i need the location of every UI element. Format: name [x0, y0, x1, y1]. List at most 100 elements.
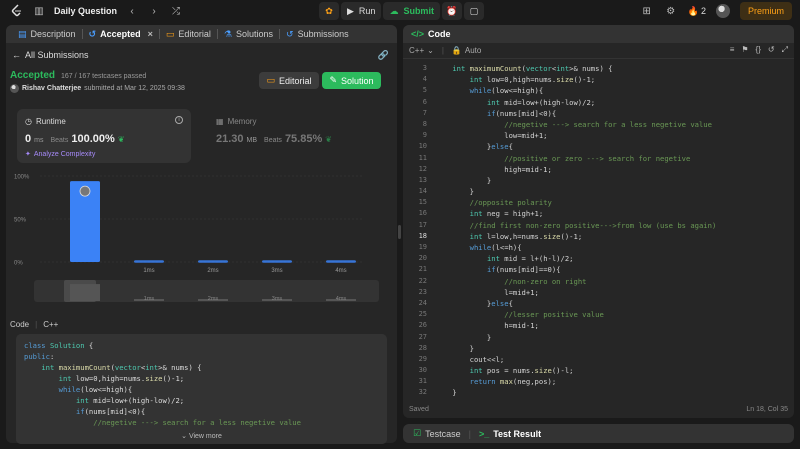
code-line[interactable]: //lesser positive value [435, 309, 716, 320]
book-icon: ▭ [266, 75, 275, 85]
code-panel-header: </> Code [403, 25, 794, 43]
memory-card[interactable]: ▦ Memory 21.30 MB Beats 75.85% ❦ [208, 109, 378, 163]
tab-accepted[interactable]: ↺ Accepted × [83, 25, 159, 43]
book-icon: ▭ [165, 28, 175, 39]
arrow-left-icon: ← [12, 50, 21, 60]
code-line[interactable]: } [435, 343, 716, 354]
author-name[interactable]: Rishav Chatterjee [22, 85, 81, 92]
code-line[interactable]: int l=low,h=nums.size()-1; [435, 231, 716, 242]
streak-counter[interactable]: 🔥 2 [688, 6, 706, 17]
code-line[interactable]: //opposite polarity [435, 197, 716, 208]
panel-resize-handle[interactable] [398, 225, 401, 239]
language-select[interactable]: C++ ⌄ [409, 46, 434, 55]
back-to-submissions[interactable]: ← All Submissions [12, 50, 89, 60]
line-number: 28 [418, 343, 427, 352]
run-button[interactable]: ▶ Run [341, 2, 382, 20]
code-line[interactable]: low=mid+1; [435, 130, 716, 141]
line-number: 27 [418, 332, 427, 341]
code-line[interactable]: int neg = high+1; [435, 208, 716, 219]
line-number: 14 [418, 187, 427, 196]
code-line[interactable]: } [435, 186, 716, 197]
debug-button[interactable]: ✿ [319, 2, 339, 20]
share-link-icon[interactable]: 🔗 [378, 50, 389, 61]
settings-gear-icon[interactable]: ⚙ [664, 4, 678, 18]
shuffle-icon[interactable]: ⤮ [169, 4, 183, 18]
code-line[interactable]: }else{ [435, 141, 716, 152]
code-line[interactable]: int mid = l+(h-l)/2; [435, 253, 716, 264]
view-more-button[interactable]: ⌄ View more [16, 428, 387, 444]
chart-overview-label: 3ms [272, 296, 283, 302]
code-line[interactable]: while(low<=high){ [435, 85, 716, 96]
document-icon: ▤ [18, 28, 27, 39]
solution-button[interactable]: ✎ Solution [322, 72, 381, 89]
code-line[interactable]: if(nums[mid]<0){ [435, 108, 716, 119]
code-line[interactable]: high=mid-1; [435, 164, 716, 175]
code-line[interactable]: int low=0,high=nums.size()-1; [435, 74, 716, 85]
auto-mode-toggle[interactable]: 🔒 Auto [452, 46, 481, 55]
prev-problem-icon[interactable]: ‹ [125, 4, 139, 18]
clock-icon: ◷ [25, 117, 32, 126]
format-lines-icon[interactable]: ≡ [730, 45, 735, 55]
line-number: 15 [418, 198, 427, 207]
code-line[interactable]: if(nums[mid]==0){ [435, 264, 716, 275]
code-line[interactable]: //non-zero on right [435, 276, 716, 287]
code-language: C++ [43, 320, 59, 329]
braces-icon[interactable]: {} [756, 45, 761, 55]
premium-button[interactable]: Premium [739, 2, 792, 20]
notes-button[interactable]: ▢ [463, 2, 484, 20]
history-icon: ↺ [88, 28, 97, 39]
line-number: 8 [422, 119, 427, 128]
code-line[interactable]: }else{ [435, 298, 716, 309]
code-line[interactable]: l=mid+1; [435, 287, 716, 298]
tab-description[interactable]: ▤ Description [12, 25, 82, 43]
line-number: 11 [418, 153, 427, 162]
code-line[interactable]: } [435, 175, 716, 186]
author-avatar[interactable] [10, 84, 19, 93]
runtime-distribution-chart[interactable]: 0% 50% 100% 1ms 2ms 3ms 4ms 1ms 2ms 3ms 4ms [10, 170, 381, 304]
tab-submissions[interactable]: ↺ Submissions [280, 25, 355, 43]
code-line[interactable]: cout<<l; [435, 354, 716, 365]
runtime-beats-value: 100.00% [71, 133, 115, 145]
status-accepted: Accepted [10, 70, 56, 81]
line-number: 25 [418, 310, 427, 319]
code-lines[interactable]: int maximumCount(vector<int>& nums) { in… [435, 63, 716, 399]
timer-button[interactable]: ⏰ [441, 2, 462, 20]
bookmark-icon[interactable]: ⚑ [741, 45, 748, 55]
editorial-button[interactable]: ▭ Editorial [259, 72, 319, 89]
code-line[interactable]: //positive or zero ---> search for neget… [435, 153, 716, 164]
grid-layout-icon[interactable]: ⊞ [640, 4, 654, 18]
fullscreen-icon[interactable]: ⤢ [782, 45, 788, 55]
reset-icon[interactable]: ↺ [768, 45, 775, 55]
line-number: 24 [418, 298, 427, 307]
analyze-complexity-link[interactable]: ✦ Analyze Complexity [25, 150, 95, 159]
code-line[interactable]: //negetive ---> search for a less negeti… [435, 119, 716, 130]
code-editor[interactable]: 3 4 5 6 7 8 9 10 11 12 13 14 15 16 17 18 19 20 21 22 23 24 25 2… [403, 63, 794, 400]
chart-svg: 0% 50% 100% 1ms 2ms 3ms 4ms 1ms 2ms 3ms 4ms [14, 175, 379, 302]
code-line[interactable]: return max(neg,pos); [435, 376, 716, 387]
line-number: 18 [418, 231, 427, 240]
code-line[interactable]: //find first non-zero positive--->from l… [435, 220, 717, 231]
info-icon[interactable]: i [175, 116, 183, 124]
code-line[interactable]: int maximumCount(vector<int>& nums) { [435, 63, 716, 74]
tab-editorial[interactable]: ▭ Editorial [160, 25, 217, 43]
code-line[interactable]: } [435, 387, 716, 398]
user-avatar[interactable] [715, 4, 730, 18]
panel-layout-icon[interactable]: ▥ [32, 4, 46, 18]
code-line[interactable]: int pos = nums.size()-l; [435, 365, 716, 376]
runtime-card[interactable]: ◷ Runtime i 0 ms Beats 100.00% ❦ ✦ Analyze… [17, 109, 191, 163]
chart-overview-label: 4ms [336, 296, 347, 302]
code-line[interactable]: } [435, 332, 716, 343]
tab-test-result[interactable]: >_ Test Result [479, 429, 541, 439]
leetcode-logo-icon[interactable] [10, 4, 24, 18]
next-problem-icon[interactable]: › [147, 4, 161, 18]
code-editor-panel: </> Code C++ ⌄ | 🔒 Auto ≡ ⚑ {} ↺ ⤢ 3 4 5 6 7 8 9… [403, 25, 794, 418]
left-tab-bar: ▤ Description ↺ Accepted × ▭ Editorial ⚗ Solu… [6, 25, 397, 43]
problem-list-title[interactable]: Daily Question [54, 6, 117, 16]
submit-button[interactable]: ☁ Submit [383, 2, 440, 20]
tab-solutions[interactable]: ⚗ Solutions [218, 25, 279, 43]
code-line[interactable]: int mid=low+(high-low)/2; [435, 97, 716, 108]
tab-testcase[interactable]: ☑ Testcase [413, 428, 461, 439]
code-line[interactable]: while(l<=h){ [435, 242, 716, 253]
code-line[interactable]: h=mid-1; [435, 320, 716, 331]
close-tab-icon[interactable]: × [148, 29, 153, 39]
